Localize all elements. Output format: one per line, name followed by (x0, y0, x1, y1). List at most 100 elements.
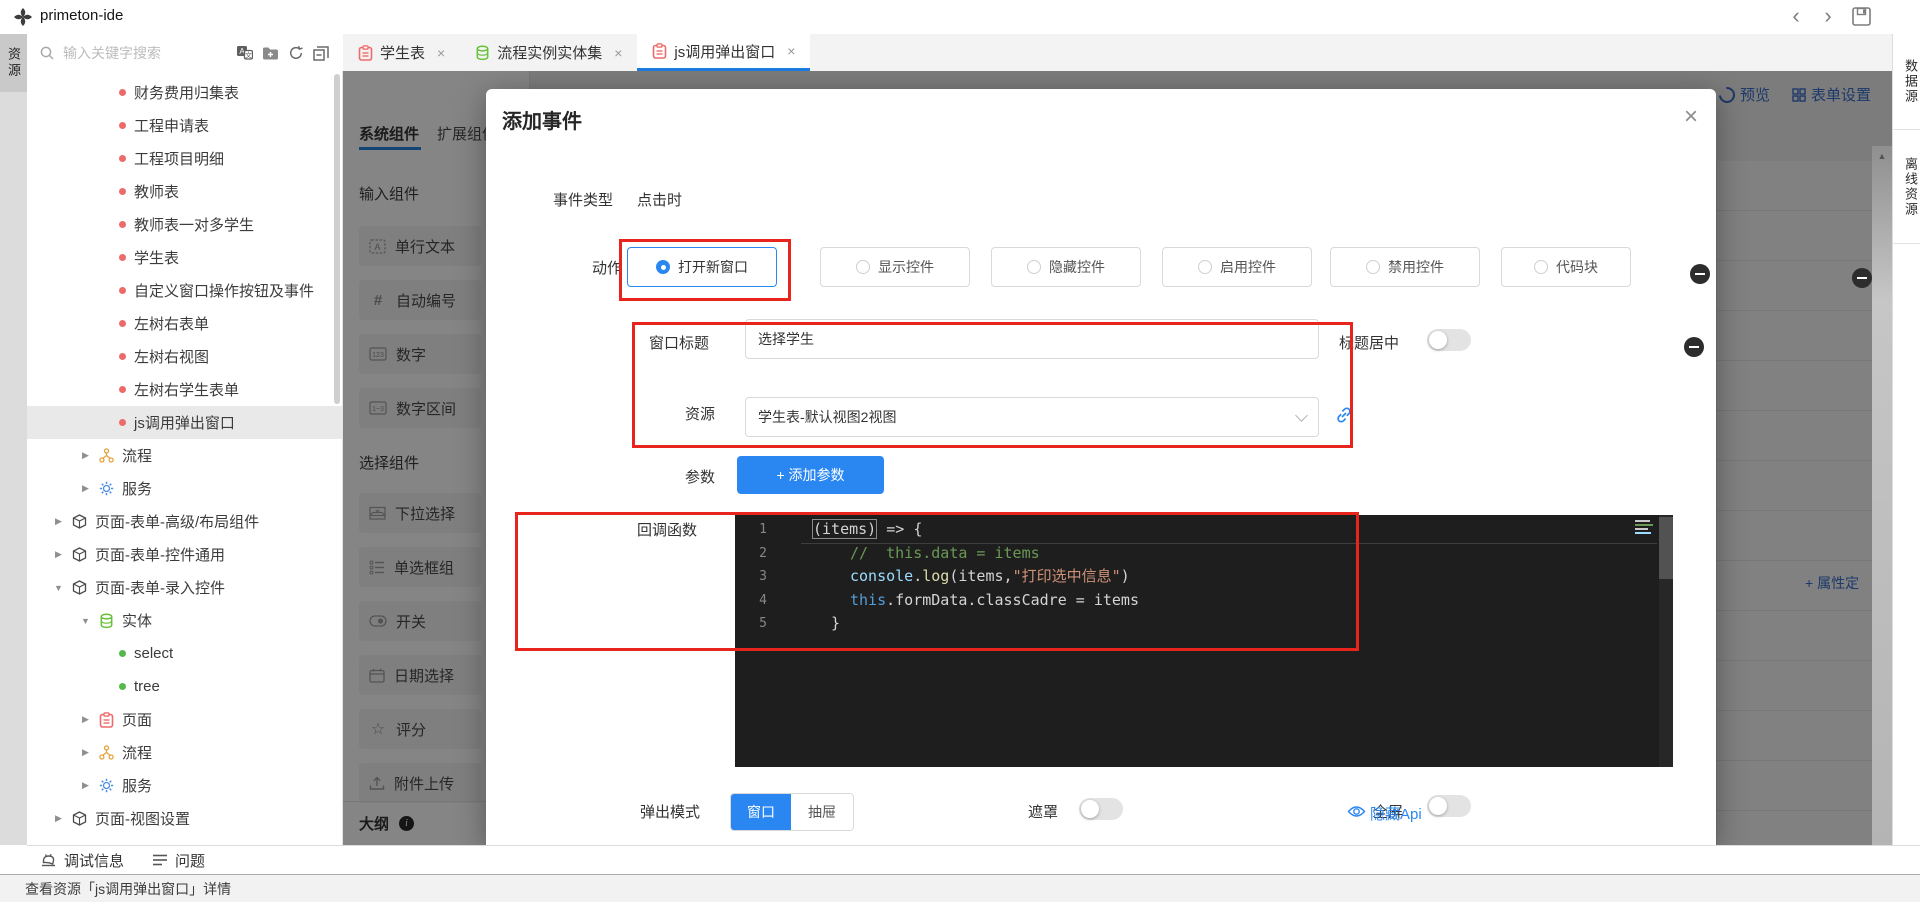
resource-select[interactable]: 学生表-默认视图2视图 (745, 397, 1319, 437)
folder-plus-icon[interactable] (262, 46, 279, 60)
fullscreen-toggle[interactable] (1427, 795, 1471, 817)
remove-row-button[interactable] (1684, 337, 1704, 357)
code-line[interactable]: console.log(items,"打印选中信息") (735, 565, 1647, 589)
tree-item-工程申请表[interactable]: 工程申请表 (27, 109, 342, 142)
scroll-up-arrow-icon[interactable]: ▲ (1872, 146, 1892, 166)
refresh-icon[interactable] (288, 45, 304, 61)
chevron-right-icon[interactable]: ▶ (80, 450, 91, 461)
tab-js调用弹出窗口[interactable]: js调用弹出窗口× (637, 34, 810, 71)
remove-event-button[interactable] (1690, 264, 1710, 284)
action-option-label: 显示控件 (878, 257, 934, 277)
tree-item-服务[interactable]: ▶服务 (27, 472, 342, 505)
tree-item-流程[interactable]: ▶流程 (27, 439, 342, 472)
sidebar-tab-resources[interactable]: 资源 (0, 34, 27, 92)
mask-toggle[interactable] (1079, 798, 1123, 820)
tree-item-页面-表单-高级/布局组件[interactable]: ▶页面-表单-高级/布局组件 (27, 505, 342, 538)
translate-icon[interactable]: A文 (236, 45, 253, 60)
chevron-right-icon[interactable]: ▶ (53, 549, 64, 560)
chevron-right-icon[interactable]: ▶ (80, 780, 91, 791)
chevron-right-icon[interactable]: › (1816, 3, 1840, 29)
chevron-down-icon[interactable]: ▼ (53, 583, 64, 593)
right-rail-tab-数据源[interactable]: 数据源 (1893, 34, 1920, 130)
radio-icon[interactable] (856, 260, 870, 274)
action-option-label: 打开新窗口 (678, 257, 748, 277)
tree-item-页面-视图设置[interactable]: ▶页面-视图设置 (27, 802, 342, 835)
remove-button[interactable] (1852, 268, 1872, 288)
form-red-icon (652, 43, 667, 59)
action-option-隐藏控件[interactable]: 隐藏控件 (991, 247, 1141, 287)
window-title-label: 窗口标题 (649, 332, 709, 353)
tab-close-icon[interactable]: × (787, 43, 795, 59)
add-param-button[interactable]: + 添加参数 (737, 456, 884, 494)
code-line[interactable]: (items) => { (735, 518, 1647, 542)
code-editor[interactable]: 12345 (items) => {// this.data = itemsco… (735, 515, 1673, 767)
popup-mode-窗口[interactable]: 窗口 (731, 794, 791, 830)
tree-item-自定义窗口操作按钮及事件[interactable]: 自定义窗口操作按钮及事件 (27, 274, 342, 307)
tree-item-流程[interactable]: ▶流程 (27, 736, 342, 769)
window-title-input[interactable]: 选择学生 (745, 319, 1319, 359)
tree-item-label: 左树右学生表单 (134, 379, 239, 400)
chevron-right-icon[interactable]: ▶ (53, 813, 64, 824)
tab-学生表[interactable]: 学生表× (343, 34, 460, 71)
debug-icon (40, 852, 57, 868)
tree-item-左树右视图[interactable]: 左树右视图 (27, 340, 342, 373)
radio-icon[interactable] (1534, 260, 1548, 274)
right-rail-tab-离线资源[interactable]: 离线资源 (1893, 130, 1920, 244)
link-icon[interactable] (1334, 405, 1354, 425)
dialog-title: 添加事件 (502, 105, 582, 134)
chevron-down-icon[interactable]: ▼ (80, 616, 91, 626)
tree-item-页面[interactable]: ▶页面 (27, 703, 342, 736)
editor-code[interactable]: (items) => {// this.data = itemsconsole.… (735, 518, 1647, 636)
action-option-打开新窗口[interactable]: 打开新窗口 (627, 247, 777, 287)
collapse-all-icon[interactable] (313, 45, 329, 61)
code-line[interactable]: this.formData.classCadre = items (735, 589, 1647, 613)
right-rail: 数据源离线资源 (1892, 34, 1920, 845)
tree-item-select[interactable]: select (27, 637, 342, 670)
tree-item-实体[interactable]: ▼实体 (27, 604, 342, 637)
hide-api-link[interactable]: 隐藏Api (1370, 803, 1422, 824)
chevron-right-icon[interactable]: ▶ (80, 483, 91, 494)
tree-item-tree[interactable]: tree (27, 670, 342, 703)
popup-mode-抽屉[interactable]: 抽屉 (791, 794, 853, 830)
editor-scrollbar-thumb[interactable] (1659, 517, 1673, 579)
tree-item-页面-表单-录入控件[interactable]: ▼页面-表单-录入控件 (27, 571, 342, 604)
action-option-启用控件[interactable]: 启用控件 (1162, 247, 1312, 287)
close-icon[interactable]: × (1684, 103, 1698, 131)
save-icon[interactable] (1851, 6, 1872, 27)
chevron-left-icon[interactable]: ‹ (1784, 3, 1808, 29)
tree-item-label: 工程项目明细 (134, 148, 224, 169)
tree-item-页面-表单-控件通用[interactable]: ▶页面-表单-控件通用 (27, 538, 342, 571)
action-option-代码块[interactable]: 代码块 (1501, 247, 1631, 287)
tree-item-服务[interactable]: ▶服务 (27, 769, 342, 802)
radio-icon[interactable] (1027, 260, 1041, 274)
tree-scrollbar[interactable] (334, 74, 340, 404)
flow-icon (99, 448, 114, 463)
tab-close-icon[interactable]: × (437, 45, 445, 61)
tree-item-左树右表单[interactable]: 左树右表单 (27, 307, 342, 340)
problems-item[interactable]: 问题 (152, 850, 205, 871)
chevron-right-icon[interactable]: ▶ (80, 747, 91, 758)
chevron-right-icon[interactable]: ▶ (53, 516, 64, 527)
radio-icon[interactable] (1198, 260, 1212, 274)
debug-info-item[interactable]: 调试信息 (40, 850, 124, 871)
tab-流程实例实体集[interactable]: 流程实例实体集× (460, 34, 637, 71)
tree-item-教师表[interactable]: 教师表 (27, 175, 342, 208)
tree-item-左树右学生表单[interactable]: 左树右学生表单 (27, 373, 342, 406)
main-scrollbar[interactable]: ▲ (1872, 146, 1892, 845)
form-red-icon (99, 712, 114, 728)
code-line[interactable]: } (735, 612, 1647, 636)
radio-icon[interactable] (1366, 260, 1380, 274)
search-input[interactable]: 输入关键字搜索 (39, 43, 236, 63)
chevron-right-icon[interactable]: ▶ (80, 714, 91, 725)
action-option-显示控件[interactable]: 显示控件 (820, 247, 970, 287)
tree-item-教师表一对多学生[interactable]: 教师表一对多学生 (27, 208, 342, 241)
title-center-toggle[interactable] (1427, 329, 1471, 351)
tree-item-工程项目明细[interactable]: 工程项目明细 (27, 142, 342, 175)
radio-icon[interactable] (656, 260, 670, 274)
tree-item-学生表[interactable]: 学生表 (27, 241, 342, 274)
tree-item-js调用弹出窗口[interactable]: js调用弹出窗口 (27, 406, 342, 439)
tab-close-icon[interactable]: × (614, 45, 622, 61)
tree-item-财务费用归集表[interactable]: 财务费用归集表 (27, 76, 342, 109)
code-line[interactable]: // this.data = items (735, 542, 1647, 566)
action-option-禁用控件[interactable]: 禁用控件 (1330, 247, 1480, 287)
